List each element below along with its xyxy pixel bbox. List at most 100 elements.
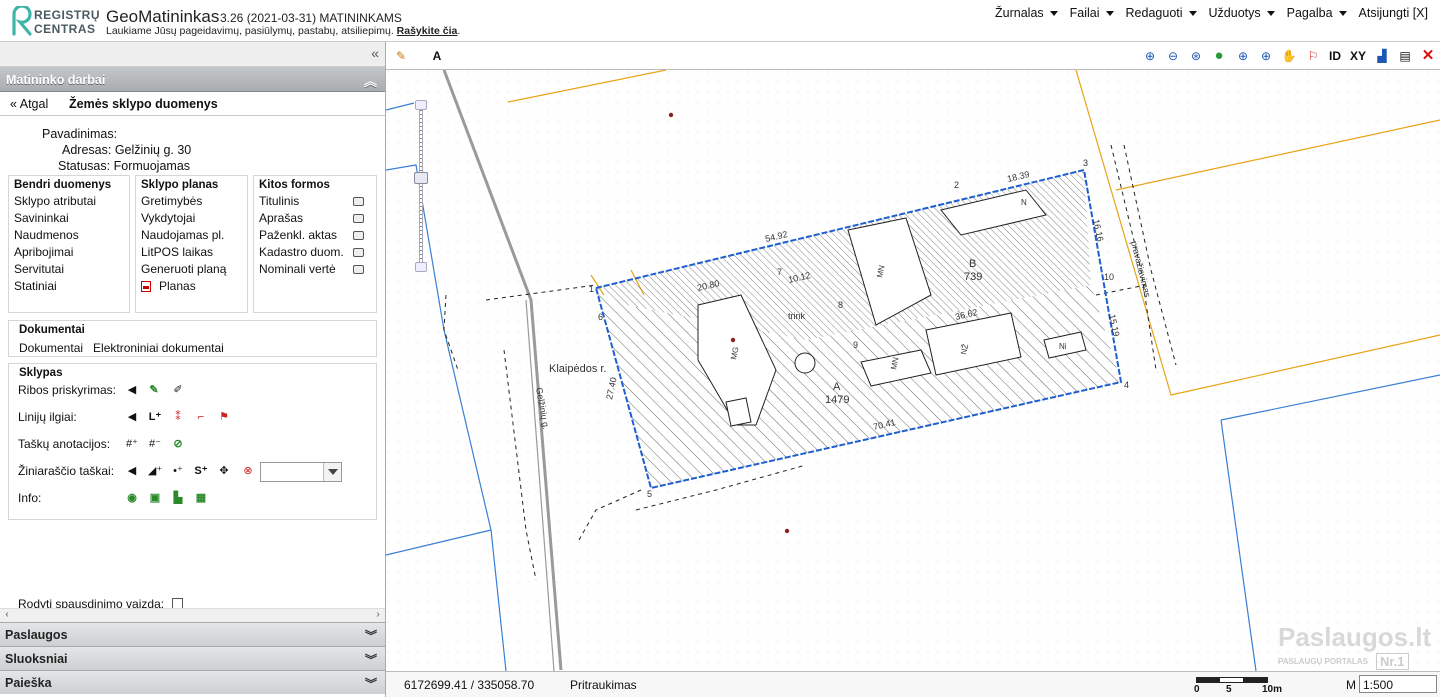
printer-icon[interactable] (353, 248, 364, 257)
zoom-previous-icon[interactable]: ⊕ (1234, 47, 1252, 65)
chevron-up-double-icon[interactable]: ︽ (364, 71, 377, 90)
measure-icon[interactable]: ▟ (1373, 47, 1391, 65)
text-tool-icon[interactable]: A (428, 47, 446, 65)
map-svg[interactable]: Klaipėdos r. Gelžinių g. pravažiavimas A… (386, 70, 1440, 671)
scroll-right-icon[interactable]: › (371, 609, 385, 620)
logout-button[interactable]: Atsijungti [X] (1353, 6, 1434, 20)
link-sklypo-atributai[interactable]: Sklypo atributai (9, 193, 129, 210)
accordion-paslaugos[interactable]: Paslaugos ︾ (0, 622, 385, 646)
zoom-slider[interactable] (414, 100, 428, 272)
menu-zurnalas[interactable]: Žurnalas (989, 6, 1064, 20)
panel-content[interactable]: Pavadinimas: Adresas: Gelžinių g. 30 Sta… (0, 116, 385, 610)
section-header-matininko-darbai[interactable]: Matininko darbai ︽ (0, 67, 385, 92)
link-savininkai[interactable]: Savininkai (9, 210, 129, 227)
id-tool-icon[interactable]: ID (1326, 47, 1344, 65)
cursor-arrow-icon[interactable]: ◀ (124, 382, 140, 398)
scroll-left-icon[interactable]: ‹ (0, 609, 14, 620)
link-pazenkl-aktas[interactable]: Paženkl. aktas (254, 227, 376, 244)
tractor-info-icon[interactable]: ▙ (170, 490, 186, 506)
link-nominali-verte[interactable]: Nominali vertė (254, 261, 376, 278)
link-litpos-laikas[interactable]: LitPOS laikas (136, 244, 247, 261)
road-name-label: Klaipėdos r. (549, 363, 606, 375)
registru-centras-logo[interactable]: REGISTRŲ CENTRAS (10, 4, 100, 38)
delete-point-icon[interactable]: ⊗ (240, 463, 256, 479)
assign-boundary-icon[interactable]: ✎ (146, 382, 162, 398)
link-servitutai[interactable]: Servitutai (9, 261, 129, 278)
app-title: GeoMatininkas (106, 7, 220, 26)
link-apribojimai[interactable]: Apribojimai (9, 244, 129, 261)
move-line-length-icon[interactable]: ⚑ (216, 409, 232, 425)
collapse-panel-icon[interactable]: « (371, 45, 379, 61)
printer-icon[interactable] (353, 231, 364, 240)
printer-icon[interactable] (353, 265, 364, 274)
form-label: Titulinis (259, 194, 300, 208)
link-dokumentai[interactable]: Dokumentai (19, 341, 83, 355)
link-naudojamas-pl[interactable]: Naudojamas pl. (136, 227, 247, 244)
row-ziniarascio-taskai: Žiniaraščio taškai: (18, 464, 115, 478)
move-point-icon[interactable]: ✥ (216, 463, 232, 479)
logo-mark-icon (12, 6, 32, 36)
link-vykdytojai[interactable]: Vykdytojai (136, 210, 247, 227)
menu-redaguoti[interactable]: Redaguoti (1120, 6, 1203, 20)
link-gretimybes[interactable]: Gretimybės (136, 193, 247, 210)
menu-failai[interactable]: Failai (1064, 6, 1120, 20)
survey-point (784, 528, 790, 534)
add-dot-icon[interactable]: •⁺ (170, 463, 186, 479)
remove-line-length-icon[interactable]: ⁑ (170, 409, 186, 425)
printer-icon[interactable] (353, 214, 364, 223)
link-naudmenos[interactable]: Naudmenos (9, 227, 129, 244)
eye-icon[interactable]: ◉ (124, 490, 140, 506)
horizontal-scrollbar[interactable]: ‹ › (0, 608, 385, 622)
auto-annotate-icon[interactable]: ⊘ (170, 436, 186, 452)
add-point-icon[interactable]: ◢⁺ (147, 463, 163, 479)
link-aprasas[interactable]: Aprašas (254, 210, 376, 227)
zoom-slider-track[interactable] (419, 110, 423, 262)
scale-input[interactable]: 1:500 (1359, 675, 1437, 693)
add-line-length-icon[interactable]: L⁺ (147, 409, 163, 425)
globe-icon[interactable]: ● (1210, 47, 1228, 65)
link-statiniai[interactable]: Statiniai (9, 278, 129, 295)
chevron-down-icon (1188, 10, 1197, 16)
feedback-text: Laukiame Jūsų pageidavimų, pasiūlymų, pa… (106, 25, 394, 37)
watermark: Paslaugos.lt PASLAUGŲ PORTALAS Nr.1 (1278, 622, 1431, 671)
pan-hand-icon[interactable]: ✋ (1280, 47, 1298, 65)
zoom-slider-up-icon[interactable] (415, 100, 427, 110)
edit-line-length-icon[interactable]: ⌐ (193, 409, 209, 425)
print-icon[interactable]: ▤ (1396, 47, 1414, 65)
assign-boundary-alt-icon[interactable]: ✐ (170, 382, 186, 398)
zoom-in-icon[interactable]: ⊕ (1141, 47, 1159, 65)
plot-b-area: 739 (964, 271, 982, 283)
feedback-link[interactable]: Rašykite čia (397, 25, 458, 37)
menu-uzduotys[interactable]: Užduotys (1203, 6, 1281, 20)
zoom-next-icon[interactable]: ⊕ (1257, 47, 1275, 65)
cursor-arrow-icon[interactable]: ◀ (124, 409, 140, 425)
zoom-slider-down-icon[interactable] (415, 262, 427, 272)
add-s-point-icon[interactable]: S⁺ (193, 463, 209, 479)
select-feature-icon[interactable]: ⚐ (1304, 47, 1322, 65)
add-point-annotation-icon[interactable]: #⁺ (124, 436, 140, 452)
printer-icon[interactable] (353, 197, 364, 206)
remove-point-annotation-icon[interactable]: #⁻ (147, 436, 163, 452)
cursor-arrow-icon[interactable]: ◀ (124, 463, 140, 479)
zoom-extent-icon[interactable]: ⊛ (1187, 47, 1205, 65)
point-label: 8 (838, 300, 843, 310)
link-elektroniniai-dokumentai[interactable]: Elektroniniai dokumentai (93, 341, 224, 355)
close-icon[interactable]: ✕ (1419, 47, 1437, 65)
xy-tool-icon[interactable]: XY (1349, 47, 1367, 65)
zoom-out-icon[interactable]: ⊖ (1164, 47, 1182, 65)
xy-info-icon[interactable]: ▣ (147, 490, 163, 506)
link-planas[interactable]: Planas (136, 278, 247, 295)
edit-pencil-icon[interactable]: ✎ (392, 47, 410, 65)
menu-pagalba[interactable]: Pagalba (1281, 6, 1353, 20)
back-link[interactable]: « Atgal (10, 97, 48, 111)
accordion-paieska[interactable]: Paieška ︾ (0, 670, 385, 694)
plot-status-row: Statusas: Formuojamas (58, 159, 190, 173)
link-kadastro-duom[interactable]: Kadastro duom. (254, 244, 376, 261)
map-canvas[interactable]: Klaipėdos r. Gelžinių g. pravažiavimas A… (386, 70, 1440, 671)
link-generuoti-plana[interactable]: Generuoti planą (136, 261, 247, 278)
accordion-sluoksniai[interactable]: Sluoksniai ︾ (0, 646, 385, 670)
zoom-slider-handle[interactable] (414, 172, 428, 184)
point-type-select[interactable] (260, 462, 342, 482)
link-titulinis[interactable]: Titulinis (254, 193, 376, 210)
grid-info-icon[interactable]: ▦ (193, 490, 209, 506)
